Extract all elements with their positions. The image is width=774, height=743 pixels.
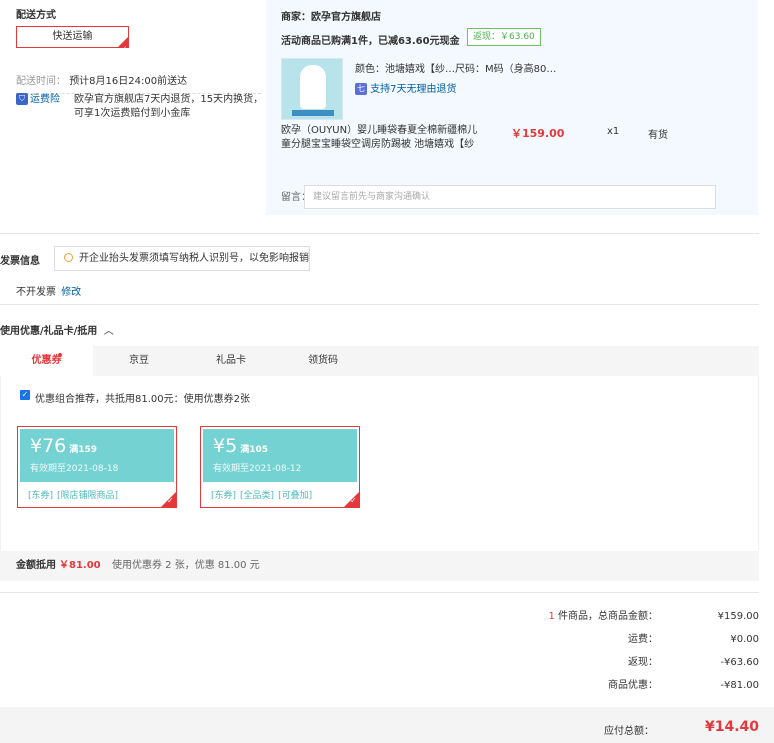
invoice-tip-text: 开企业抬头发票须填写纳税人识别号，以免影响报销 xyxy=(79,253,309,264)
lightbulb-icon xyxy=(64,253,73,262)
invoice-title: 发票信息 xyxy=(0,256,40,267)
discount-value: -¥81.00 xyxy=(720,680,759,691)
combo-text: 优惠组合推荐，共抵用81.00元：使用优惠券2张 xyxy=(35,394,250,405)
insurance-label: 运费险 xyxy=(30,94,60,105)
tab-coupons-label: 优惠券 xyxy=(31,355,62,366)
deduct-label: 金额抵用 xyxy=(16,560,56,571)
stock-status: 有货 xyxy=(648,130,668,141)
freight-label: 运费： xyxy=(628,634,658,645)
tab-pickup-code-label: 领货码 xyxy=(308,355,338,366)
deduct-value: ￥81.00 xyxy=(59,560,101,571)
coupon-tag: [限店铺限商品] xyxy=(57,491,119,501)
divider xyxy=(0,592,759,593)
invoice-status-text: 不开发票 xyxy=(16,287,56,298)
deduct-summary: 金额抵用 ￥81.00 使用优惠券 2 张，优惠 81.00 元 xyxy=(0,551,759,581)
return-policy: 七 支持7天无理由退货 xyxy=(355,80,457,95)
coupon-expiry: 有效期至2021-08-12 xyxy=(213,464,302,474)
selected-check-icon xyxy=(161,492,176,507)
combo-checkbox[interactable]: ✓ xyxy=(20,390,30,400)
cashback-value: -¥63.60 xyxy=(720,657,759,668)
coupon-tag: [东券] xyxy=(211,491,237,501)
chevron-up-icon: ︿ xyxy=(103,326,114,337)
coupon-tag: [全品类] xyxy=(240,491,275,501)
summary-items: 1 件商品，总商品金额： ¥159.00 xyxy=(500,609,759,625)
invoice-edit-link[interactable]: 修改 xyxy=(61,287,81,298)
invoice-status: 不开发票 修改 xyxy=(16,283,81,298)
shipping-method-label: 快送运输 xyxy=(52,31,93,42)
shield-icon: ⛉ xyxy=(16,93,28,105)
delivery-title: 配送方式 xyxy=(16,10,56,21)
product-title-line-2: 童分腿宝宝睡袋空调房防踢被 池塘嬉戏【纱 xyxy=(281,139,475,150)
tab-gift-card[interactable]: 礼品卡 xyxy=(185,346,277,376)
delivery-time: 配送时间： 预计8月16日24:00前送达 xyxy=(16,72,187,87)
return-policy-label: 支持7天无理由退货 xyxy=(370,84,457,95)
seller-name: 商家：欧孕官方旗舰店 xyxy=(281,12,381,23)
insurance-line-2: 可享1次运费赔付到小金库 xyxy=(74,108,191,119)
coupon-card[interactable]: ¥76 满159 有效期至2021-08-18 [东券] [限店铺限商品] xyxy=(17,426,177,508)
return-icon: 七 xyxy=(355,83,367,95)
store-panel: 商家：欧孕官方旗舰店 活动商品已购满1件，已减63.60元现金 返现：￥63.6… xyxy=(266,0,758,215)
tab-jingdou-label: 京豆 xyxy=(129,355,149,366)
summary-cashback: 返现： -¥63.60 xyxy=(500,655,759,671)
coupons-toggle[interactable]: 使用优惠/礼品卡/抵用 ︿ xyxy=(0,322,114,337)
selected-check-icon xyxy=(344,492,359,507)
product-price: ￥159.00 xyxy=(511,127,565,140)
divider xyxy=(0,233,759,234)
summary-items-value: ¥159.00 xyxy=(717,611,759,622)
product-image xyxy=(300,65,326,109)
selected-check-icon xyxy=(118,37,128,59)
summary-freight: 运费： ¥0.00 xyxy=(500,632,759,648)
summary-discount: 商品优惠： -¥81.00 xyxy=(500,678,759,694)
insurance-line-1: 欧孕官方旗舰店7天内退货，15天内换货， xyxy=(74,94,264,105)
tab-coupons[interactable]: 优惠券 xyxy=(0,346,93,376)
remark-input[interactable]: 建议留言前先与商家沟通确认 xyxy=(304,185,716,209)
coupon-tag: [东券] xyxy=(28,491,54,501)
delivery-time-value: 预计8月16日24:00前送达 xyxy=(69,76,188,87)
product-title[interactable]: 欧孕（OUYUN）婴儿睡袋春夏全棉新疆棉儿 童分腿宝宝睡袋空调房防踢被 池塘嬉戏… xyxy=(281,124,477,152)
coupons-title: 使用优惠/礼品卡/抵用 xyxy=(0,326,98,337)
tab-gift-card-label: 礼品卡 xyxy=(216,355,246,366)
coupon-card[interactable]: ¥5 满105 有效期至2021-08-12 [东券] [全品类] [可叠加] xyxy=(200,426,360,508)
total-label: 应付总额： xyxy=(604,726,654,737)
discount-label: 商品优惠： xyxy=(608,680,658,691)
summary-items-label: 件商品，总商品金额： xyxy=(558,611,658,622)
tab-jingdou[interactable]: 京豆 xyxy=(93,346,185,376)
product-thumbnail[interactable] xyxy=(281,58,343,120)
coupon-tags: [东券] [限店铺限商品] xyxy=(28,488,122,501)
promo-text: 活动商品已购满1件，已减63.60元现金 xyxy=(281,36,460,47)
coupon-tabs: 优惠券 京豆 礼品卡 领货码 xyxy=(0,346,759,376)
total-bar: 应付总额： ¥14.40 xyxy=(0,707,774,743)
insurance-desc: 欧孕官方旗舰店7天内退货，15天内换货， 可享1次运费赔付到小金库 xyxy=(74,93,263,121)
total-value: ¥14.40 xyxy=(704,719,759,735)
shipping-method-button[interactable]: 快送运输 xyxy=(16,26,129,59)
coupon-amount: ¥5 满105 xyxy=(213,435,268,457)
freight-value: ¥0.00 xyxy=(730,634,759,645)
coupon-amount: ¥76 满159 xyxy=(30,435,98,457)
product-qty: x1 xyxy=(607,126,620,137)
coupon-tags: [东券] [全品类] [可叠加] xyxy=(211,488,316,501)
coupon-condition: 满105 xyxy=(240,445,268,455)
product-spec: 颜色：池塘嬉戏【纱…尺码：M码（身高80… xyxy=(355,64,557,75)
delivery-time-label: 配送时间： xyxy=(16,76,66,87)
coupon-condition: 满159 xyxy=(69,445,98,455)
divider xyxy=(0,304,759,305)
summary-count: 1 xyxy=(548,611,555,622)
deduct-detail: 使用优惠券 2 张，优惠 81.00 元 xyxy=(112,560,260,571)
product-title-line-1: 欧孕（OUYUN）婴儿睡袋春夏全棉新疆棉儿 xyxy=(281,125,478,136)
tab-pickup-code[interactable]: 领货码 xyxy=(277,346,369,376)
coupon-tag: [可叠加] xyxy=(278,491,313,501)
invoice-tip: 开企业抬头发票须填写纳税人识别号，以免影响报销 xyxy=(54,246,310,271)
coupon-expiry: 有效期至2021-08-18 xyxy=(30,464,119,474)
notification-dot xyxy=(58,353,62,357)
cashback-tag: 返现：￥63.60 xyxy=(467,28,541,46)
freight-insurance[interactable]: ⛉ 运费险 xyxy=(16,93,60,107)
cashback-label: 返现： xyxy=(628,657,658,668)
